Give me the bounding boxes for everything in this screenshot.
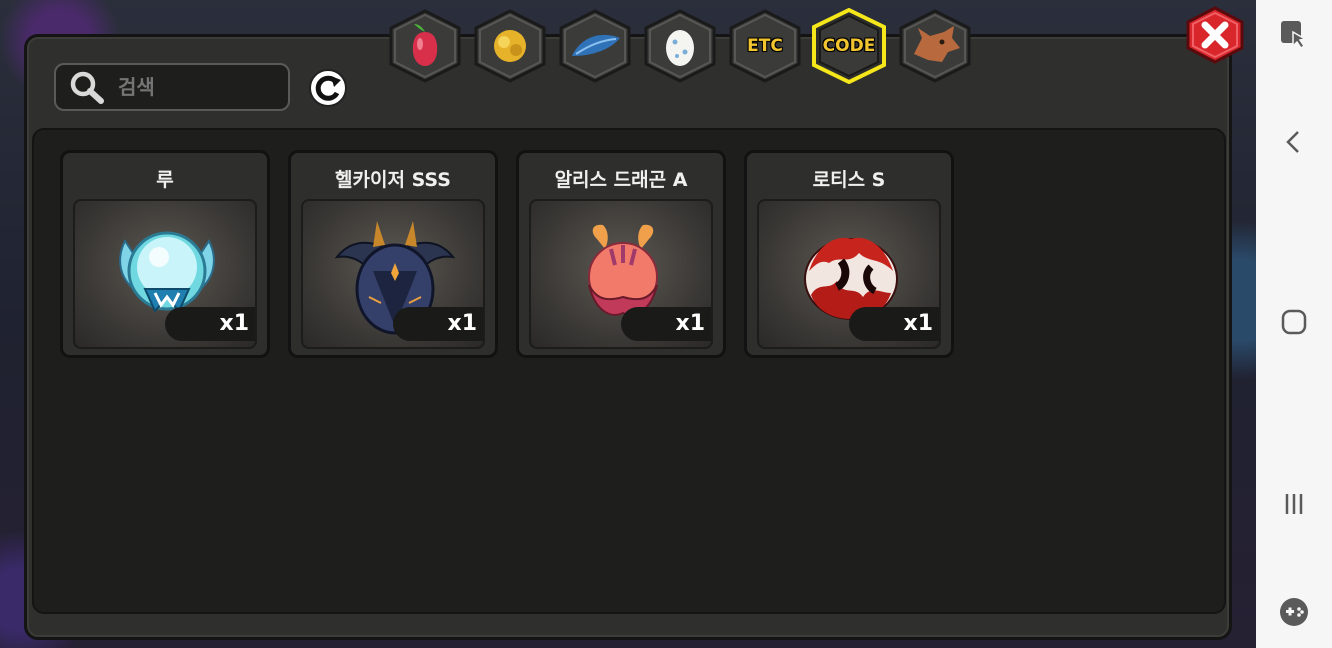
item-image: x1 <box>73 199 257 349</box>
item-name: 로티스 S <box>812 169 886 191</box>
screen-capture-icon <box>1281 21 1308 50</box>
tab-code-label: CODE <box>822 36 876 56</box>
close-icon <box>1186 6 1244 64</box>
tab-etc-label: ETC <box>747 36 783 56</box>
tab-dragon[interactable] <box>898 8 972 84</box>
recents-icon <box>1285 494 1303 514</box>
item-quantity: x1 <box>621 307 711 341</box>
refresh-icon <box>309 69 347 107</box>
item-card[interactable]: 헬카이저 SSS x1 <box>288 150 498 358</box>
back-button[interactable] <box>1274 122 1314 162</box>
close-button[interactable] <box>1184 6 1246 64</box>
refresh-button[interactable] <box>306 68 350 108</box>
item-card[interactable]: 알리스 드래곤 A x1 <box>516 150 726 358</box>
item-image: x1 <box>529 199 713 349</box>
screen-capture-button[interactable] <box>1274 14 1314 54</box>
system-nav-bar <box>1256 0 1332 648</box>
search-input[interactable] <box>118 75 278 99</box>
item-name: 헬카이저 SSS <box>335 169 451 191</box>
recents-button[interactable] <box>1274 484 1314 524</box>
game-tools-button[interactable] <box>1274 592 1314 632</box>
item-image: x1 <box>757 199 941 349</box>
item-card[interactable]: 로티스 S x1 <box>744 150 954 358</box>
tab-gold[interactable] <box>473 8 547 84</box>
tab-code[interactable]: CODE <box>812 8 886 84</box>
egg-icon <box>644 9 716 83</box>
home-button[interactable] <box>1274 302 1314 342</box>
tab-egg[interactable] <box>643 8 717 84</box>
back-icon <box>1286 131 1299 153</box>
feather-icon <box>559 9 631 83</box>
item-quantity: x1 <box>393 307 483 341</box>
tab-fruit[interactable] <box>388 8 462 84</box>
dragon-head-icon <box>899 9 971 83</box>
tab-etc[interactable]: ETC <box>728 8 802 84</box>
item-image: x1 <box>301 199 485 349</box>
home-icon <box>1281 309 1307 335</box>
item-name: 알리스 드래곤 A <box>554 169 688 191</box>
tab-feather[interactable] <box>558 8 632 84</box>
game-tools-icon <box>1280 598 1308 626</box>
fruit-icon <box>389 9 461 83</box>
item-name: 루 <box>156 169 174 191</box>
search-box[interactable] <box>54 63 290 111</box>
search-icon <box>70 71 104 104</box>
item-card[interactable]: 루 x1 <box>60 150 270 358</box>
item-quantity: x1 <box>165 307 255 341</box>
gold-icon <box>474 9 546 83</box>
item-quantity: x1 <box>849 307 939 341</box>
